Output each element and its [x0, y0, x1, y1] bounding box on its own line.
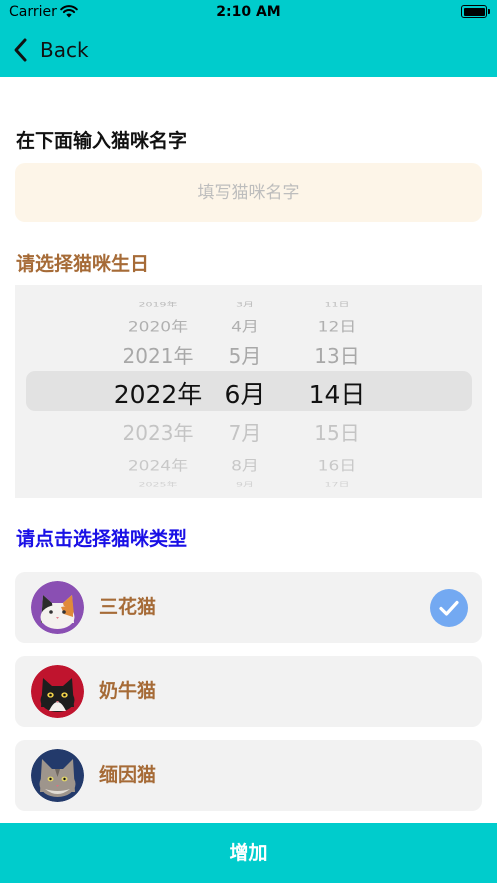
- picker-day[interactable]: 13日: [277, 340, 397, 369]
- cat-type-option-calico[interactable]: 三花猫: [15, 572, 482, 643]
- picker-day[interactable]: 12日: [277, 314, 397, 336]
- add-cat-screen: Carrier 2:10 AM Back 在下面输入猫咪名字 请选择猫咪生日 2…: [0, 0, 497, 883]
- status-time: 2:10 AM: [216, 4, 281, 20]
- calico-cat-avatar-icon: [31, 581, 84, 634]
- status-bar: Carrier 2:10 AM: [0, 0, 497, 26]
- chevron-left-icon: [14, 38, 27, 62]
- battery-icon: [461, 5, 487, 18]
- picker-day-selected[interactable]: 14日: [277, 375, 397, 411]
- picker-day[interactable]: 17日: [277, 480, 397, 489]
- name-section-label: 在下面输入猫咪名字: [16, 130, 188, 152]
- picker-row[interactable]: 2021年 5月 13日: [15, 340, 482, 370]
- birthday-section-label: 请选择猫咪生日: [16, 253, 150, 275]
- cat-type-name: 奶牛猫: [99, 680, 157, 702]
- cat-type-option-cow[interactable]: 奶牛猫: [15, 656, 482, 727]
- battery-nub: [488, 9, 490, 14]
- picker-day[interactable]: 16日: [277, 453, 397, 475]
- back-button[interactable]: Back: [12, 34, 89, 66]
- picker-row[interactable]: 2025年 9月 17日: [15, 480, 482, 497]
- cat-type-section-label: 请点击选择猫咪类型: [16, 528, 188, 550]
- picker-row[interactable]: 2023年 7月 15日: [15, 417, 482, 447]
- cat-type-name: 三花猫: [99, 596, 157, 618]
- picker-day[interactable]: 11日: [277, 300, 397, 309]
- picker-row-selected[interactable]: 2022年 6月 14日: [15, 375, 482, 409]
- cat-type-name: 缅因猫: [99, 764, 157, 786]
- maine-coon-cat-avatar-icon: [31, 749, 84, 802]
- selected-check-icon: [430, 589, 468, 627]
- picker-day[interactable]: 15日: [277, 417, 397, 446]
- cat-name-input[interactable]: [15, 163, 482, 222]
- birthday-date-picker[interactable]: 2019年 3月 11日 2020年 4月 12日 2021年 5月 13日 2…: [15, 285, 482, 498]
- picker-row[interactable]: 2024年 8月 16日: [15, 453, 482, 479]
- picker-row[interactable]: 2020年 4月 12日: [15, 314, 482, 340]
- add-cat-button[interactable]: 增加: [0, 823, 497, 883]
- cat-type-option-maine-coon[interactable]: 缅因猫: [15, 740, 482, 811]
- cow-cat-avatar-icon: [31, 665, 84, 718]
- navigation-header: Carrier 2:10 AM Back: [0, 0, 497, 77]
- back-label: Back: [40, 38, 89, 62]
